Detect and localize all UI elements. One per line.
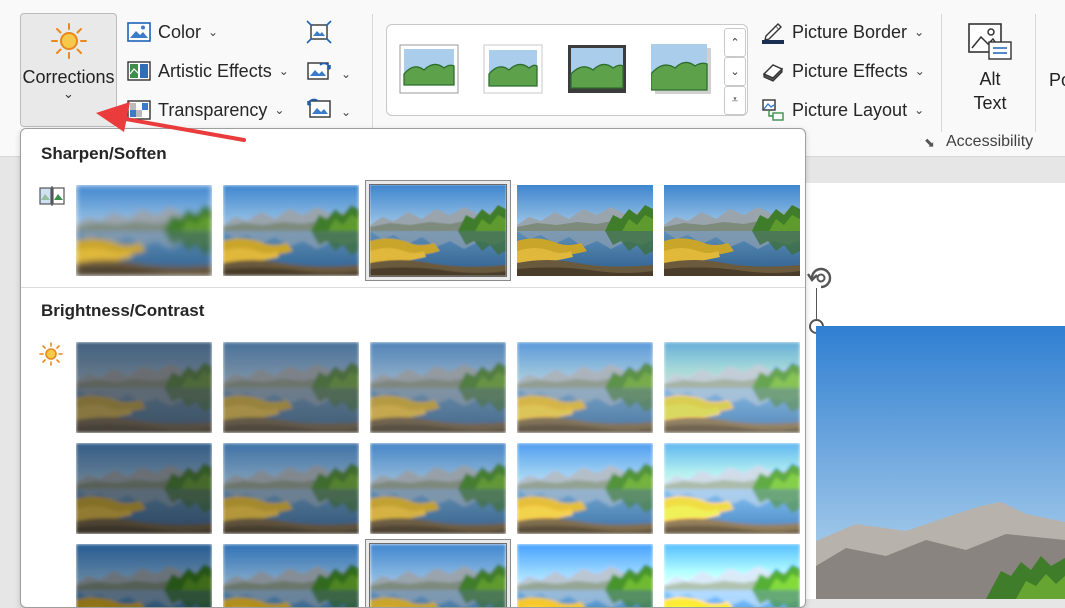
chevron-down-icon: ⌄: [730, 66, 740, 78]
brightness-contrast-option[interactable]: [517, 443, 653, 534]
transparency-button[interactable]: Transparency ⌄: [126, 94, 284, 126]
brightness-contrast-option[interactable]: [76, 443, 212, 534]
artistic-effects-button[interactable]: Artistic Effects ⌄: [126, 55, 289, 87]
color-button[interactable]: Color ⌄: [126, 16, 218, 48]
picture-styles-gallery: [386, 24, 748, 116]
brightness-contrast-option[interactable]: [76, 342, 212, 433]
reset-picture-icon: [306, 97, 332, 126]
section-divider: [21, 287, 805, 288]
picture-style-option[interactable]: [567, 44, 627, 94]
corrections-label: Corrections: [22, 67, 115, 87]
brightness-contrast-option[interactable]: [223, 544, 359, 608]
alt-text-icon: [967, 22, 1013, 67]
truncated-ribbon-label[interactable]: Po: [1049, 70, 1065, 91]
corrections-button[interactable]: Corrections ⌄: [20, 13, 117, 127]
chevron-down-icon: ⌄: [914, 64, 925, 78]
chevron-down-icon: ⌄: [914, 25, 925, 39]
chevron-down-icon: ⌄: [341, 66, 352, 81]
brightness-contrast-option[interactable]: [76, 544, 212, 608]
picture-effects-button[interactable]: Picture Effects ⌄: [760, 55, 925, 87]
brightness-contrast-option[interactable]: [664, 443, 800, 534]
picture-layout-button[interactable]: Picture Layout ⌄: [760, 94, 924, 126]
sharpen-soften-heading: Sharpen/Soften: [41, 144, 167, 163]
brightness-contrast-option[interactable]: [223, 443, 359, 534]
selected-picture[interactable]: [816, 326, 1065, 599]
eraser-effects-icon: [760, 59, 786, 83]
sharpen-soften-option[interactable]: [223, 185, 359, 276]
layout-icon: [760, 98, 786, 122]
alt-text-label-line1: Alt: [979, 69, 1001, 89]
sharpen-soften-option[interactable]: [517, 185, 653, 276]
chevron-down-icon: ⌄: [274, 103, 285, 117]
gallery-more[interactable]: ⩡: [724, 86, 746, 115]
rotate-handle-stem: [816, 288, 817, 321]
picture-style-option[interactable]: [650, 44, 711, 94]
chevron-down-icon: ⌄: [208, 25, 219, 39]
chevron-up-icon: ⌃: [730, 37, 740, 49]
color-picture-icon: [126, 20, 152, 44]
ribbon-separator: [372, 14, 373, 132]
ribbon-separator: [941, 14, 942, 132]
brightness-contrast-option[interactable]: [517, 544, 653, 608]
picture-effects-label: Picture Effects: [792, 60, 908, 81]
artistic-effects-icon: [126, 59, 152, 83]
brightness-contrast-option[interactable]: [664, 342, 800, 433]
transparency-label: Transparency: [158, 99, 268, 120]
alt-text-button[interactable]: Alt Text: [962, 22, 1018, 115]
change-picture-icon: [306, 59, 332, 88]
color-label: Color: [158, 21, 202, 42]
gallery-scroll-up[interactable]: ⌃: [724, 28, 746, 57]
ribbon-separator: [1035, 14, 1036, 132]
picture-style-option[interactable]: [399, 44, 459, 94]
rotate-handle-icon[interactable]: [804, 262, 838, 297]
pen-border-icon: [760, 20, 786, 44]
sun-icon: [50, 22, 88, 65]
brightness-contrast-option[interactable]: [223, 342, 359, 433]
compress-pictures-button[interactable]: [306, 20, 332, 49]
compress-pictures-icon: [306, 20, 332, 49]
picture-layout-label: Picture Layout: [792, 99, 908, 120]
artistic-effects-label: Artistic Effects: [158, 60, 272, 81]
brightness-sun-icon: [39, 342, 63, 371]
brightness-contrast-option[interactable]: [370, 443, 506, 534]
dialog-launcher-icon[interactable]: ⬊: [924, 135, 935, 151]
picture-border-label: Picture Border: [792, 21, 908, 42]
chevron-down-icon: ⌄: [341, 104, 352, 119]
brightness-contrast-heading: Brightness/Contrast: [41, 301, 205, 320]
picture-border-button[interactable]: Picture Border ⌄: [760, 16, 924, 48]
sharpen-soften-option[interactable]: [369, 184, 507, 277]
alt-text-label-line2: Text: [973, 93, 1007, 113]
accessibility-group-label: Accessibility: [946, 133, 1034, 150]
transparency-icon: [126, 98, 152, 122]
sharpen-soften-option[interactable]: [76, 185, 212, 276]
more-icon: ⩡: [731, 94, 739, 106]
chevron-down-icon: ⌄: [278, 64, 289, 78]
brightness-contrast-option[interactable]: [517, 342, 653, 433]
chevron-down-icon: ⌄: [63, 86, 74, 101]
change-picture-button[interactable]: ⌄: [306, 59, 351, 88]
sharpen-soften-option[interactable]: [664, 185, 800, 276]
brightness-contrast-option[interactable]: [664, 544, 800, 608]
chevron-down-icon: ⌄: [914, 103, 925, 117]
brightness-contrast-option[interactable]: [370, 342, 506, 433]
brightness-contrast-option[interactable]: [369, 543, 507, 607]
sharpen-soften-icon: [39, 185, 65, 212]
corrections-gallery-panel: Sharpen/Soften Brightness/Contrast: [20, 128, 806, 608]
gallery-scroll-down[interactable]: ⌄: [724, 57, 746, 86]
picture-style-option[interactable]: [483, 44, 543, 94]
reset-picture-button[interactable]: ⌄: [306, 97, 351, 126]
